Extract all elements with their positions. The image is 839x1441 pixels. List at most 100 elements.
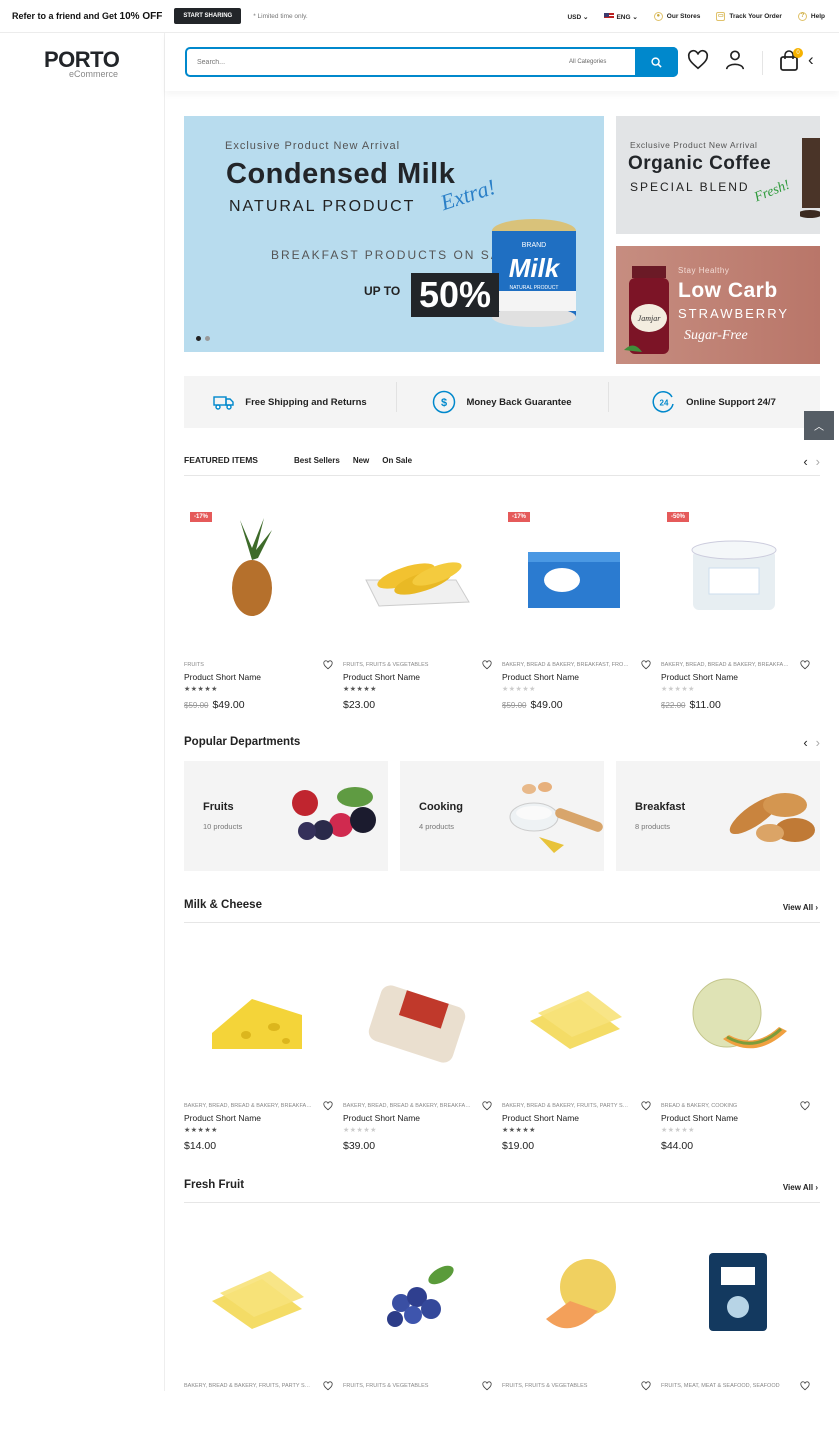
product-category[interactable]: FRUITS, FRUITS & VEGETABLES bbox=[343, 1383, 471, 1389]
service-label: Money Back Guarantee bbox=[466, 396, 572, 408]
strawberry-banner[interactable]: Jamjar Stay Healthy Low Carb STRAWBERRY … bbox=[616, 246, 820, 364]
coffee-bag-image bbox=[800, 138, 820, 218]
product-image[interactable] bbox=[343, 941, 489, 1081]
product-name[interactable]: Product Short Name bbox=[502, 672, 579, 682]
product-category[interactable]: BAKERY, BREAD & BAKERY, FRUITS, PARTY SU… bbox=[184, 1383, 312, 1389]
product-card[interactable]: FRUITS, FRUITS & VEGETABLES bbox=[502, 1221, 661, 1441]
product-image[interactable] bbox=[661, 1221, 807, 1361]
wishlist-heart-icon[interactable] bbox=[323, 660, 333, 670]
product-category[interactable]: FRUITS, MEAT, MEAT & SEAFOOD, SEAFOOD bbox=[661, 1383, 789, 1389]
product-image[interactable] bbox=[502, 1221, 648, 1361]
coffee-script: Fresh! bbox=[752, 177, 793, 206]
departments-list: Fruits 10 products Cooking 4 products Br… bbox=[184, 761, 820, 871]
product-name[interactable]: Product Short Name bbox=[343, 1113, 420, 1123]
search-button[interactable] bbox=[635, 47, 678, 77]
product-category[interactable]: BREAD & BAKERY, COOKING bbox=[661, 1103, 789, 1109]
product-image[interactable] bbox=[661, 941, 807, 1081]
logo[interactable]: PORTO eCommerce bbox=[44, 47, 120, 79]
product-card[interactable]: FRUITS, FRUITS & VEGETABLES Product Short… bbox=[343, 500, 502, 720]
product-price: $59.00 $49.00 bbox=[502, 699, 563, 711]
product-name[interactable]: Product Short Name bbox=[184, 672, 261, 682]
product-image[interactable] bbox=[184, 941, 330, 1081]
product-image[interactable] bbox=[343, 1221, 489, 1361]
wishlist-heart-icon[interactable] bbox=[482, 1101, 492, 1111]
department-cooking[interactable]: Cooking 4 products bbox=[400, 761, 604, 871]
wishlist-heart-icon[interactable] bbox=[800, 1381, 810, 1391]
product-card[interactable]: BREAD & BAKERY, COOKING Product Short Nam… bbox=[661, 941, 820, 1161]
prev-arrow-icon[interactable]: ‹ bbox=[803, 735, 807, 750]
category-select[interactable]: All Categories bbox=[569, 59, 606, 65]
product-card[interactable]: -17% BAKERY, BREAD & BAKERY, BREAKFAST, F… bbox=[502, 500, 661, 720]
product-category[interactable]: FRUITS, FRUITS & VEGETABLES bbox=[343, 662, 471, 668]
department-fruits[interactable]: Fruits 10 products bbox=[184, 761, 388, 871]
header: All Categories 0 ‹ bbox=[165, 33, 839, 91]
chevron-left-icon[interactable]: ‹ bbox=[808, 50, 814, 70]
product-card[interactable]: BAKERY, BREAD & BAKERY, FRUITS, PARTY SU… bbox=[184, 1221, 343, 1441]
search-input[interactable] bbox=[197, 58, 557, 66]
search-icon bbox=[651, 56, 662, 68]
wishlist-heart-icon[interactable] bbox=[800, 1101, 810, 1111]
start-sharing-button[interactable]: START SHARING bbox=[174, 8, 242, 24]
search-bar: All Categories bbox=[185, 47, 678, 77]
product-image[interactable] bbox=[502, 941, 648, 1081]
wishlist-heart-icon[interactable] bbox=[641, 1101, 651, 1111]
fresh-fruit-view-all[interactable]: View All › bbox=[783, 1183, 818, 1192]
wishlist-heart-icon[interactable] bbox=[687, 49, 709, 71]
chevron-right-icon: › bbox=[815, 1183, 818, 1192]
hero-slider-dots[interactable] bbox=[196, 336, 210, 341]
product-card[interactable]: FRUITS, MEAT, MEAT & SEAFOOD, SEAFOOD bbox=[661, 1221, 820, 1441]
product-category[interactable]: BAKERY, BREAD, BREAD & BAKERY, BREAKFAS.… bbox=[184, 1103, 312, 1109]
account-user-icon[interactable] bbox=[724, 49, 746, 71]
product-name[interactable]: Product Short Name bbox=[343, 672, 420, 682]
tab-new[interactable]: New bbox=[353, 456, 369, 465]
service-money-back: $ Money Back Guarantee bbox=[396, 382, 608, 414]
sale-badge: -17% bbox=[508, 512, 531, 522]
product-card[interactable]: -17% FRUITS Product Short Name ★★★★★ $59.00 $… bbox=[184, 500, 343, 720]
wishlist-heart-icon[interactable] bbox=[323, 1381, 333, 1391]
product-image[interactable] bbox=[343, 500, 489, 640]
product-image[interactable] bbox=[184, 1221, 330, 1361]
product-category[interactable]: FRUITS, FRUITS & VEGETABLES bbox=[502, 1383, 630, 1389]
product-category[interactable]: BAKERY, BREAD, BREAD & BAKERY, BREAKFAS.… bbox=[661, 662, 789, 668]
wishlist-heart-icon[interactable] bbox=[800, 660, 810, 670]
product-name[interactable]: Product Short Name bbox=[661, 1113, 738, 1123]
product-card[interactable]: FRUITS, FRUITS & VEGETABLES bbox=[343, 1221, 502, 1441]
product-category[interactable]: FRUITS bbox=[184, 662, 312, 668]
our-stores-link[interactable]: ● Our Stores bbox=[653, 12, 700, 21]
slider-dot[interactable] bbox=[196, 336, 201, 341]
next-arrow-icon[interactable]: › bbox=[816, 735, 820, 750]
coffee-banner[interactable]: Exclusive Product New Arrival Organic Co… bbox=[616, 116, 820, 234]
wishlist-heart-icon[interactable] bbox=[641, 660, 651, 670]
slider-dot[interactable] bbox=[205, 336, 210, 341]
product-name[interactable]: Product Short Name bbox=[661, 672, 738, 682]
product-card[interactable]: BAKERY, BREAD, BREAD & BAKERY, BREAKFAST… bbox=[343, 941, 502, 1161]
scroll-to-top-button[interactable]: ︿ bbox=[804, 411, 834, 440]
department-breakfast[interactable]: Breakfast 8 products bbox=[616, 761, 820, 871]
next-arrow-icon[interactable]: › bbox=[816, 454, 820, 469]
hero-banner[interactable]: Exclusive Product New Arrival Condensed … bbox=[184, 116, 604, 352]
currency-select[interactable]: USD ⌄ bbox=[567, 13, 588, 21]
prev-arrow-icon[interactable]: ‹ bbox=[803, 454, 807, 469]
product-card[interactable]: BAKERY, BREAD, BREAD & BAKERY, BREAKFAS.… bbox=[184, 941, 343, 1161]
tab-best-sellers[interactable]: Best Sellers bbox=[294, 456, 340, 465]
product-card[interactable]: BAKERY, BREAD & BAKERY, FRUITS, PARTY SU… bbox=[502, 941, 661, 1161]
milk-cheese-view-all[interactable]: View All › bbox=[783, 903, 818, 912]
current-price: $19.00 bbox=[502, 1140, 535, 1152]
language-select[interactable]: ENG ⌄ bbox=[604, 13, 638, 21]
tab-on-sale[interactable]: On Sale bbox=[382, 456, 412, 465]
current-price: $11.00 bbox=[689, 699, 721, 711]
wishlist-heart-icon[interactable] bbox=[323, 1101, 333, 1111]
product-card[interactable]: -50% BAKERY, BREAD, BREAD & BAKERY, BREAK… bbox=[661, 500, 820, 720]
track-order-link[interactable]: ▭ Track Your Order bbox=[716, 12, 782, 21]
wishlist-heart-icon[interactable] bbox=[641, 1381, 651, 1391]
product-name[interactable]: Product Short Name bbox=[184, 1113, 261, 1123]
old-price: $59.00 bbox=[502, 701, 527, 710]
product-category[interactable]: BAKERY, BREAD, BREAD & BAKERY, BREAKFAST bbox=[343, 1103, 471, 1109]
cart-button[interactable]: 0 bbox=[779, 48, 803, 74]
help-link[interactable]: ? Help bbox=[797, 12, 825, 21]
wishlist-heart-icon[interactable] bbox=[482, 660, 492, 670]
product-category[interactable]: BAKERY, BREAD & BAKERY, BREAKFAST, FROZ.… bbox=[502, 662, 630, 668]
product-name[interactable]: Product Short Name bbox=[502, 1113, 579, 1123]
product-category[interactable]: BAKERY, BREAD & BAKERY, FRUITS, PARTY SU… bbox=[502, 1103, 630, 1109]
wishlist-heart-icon[interactable] bbox=[482, 1381, 492, 1391]
